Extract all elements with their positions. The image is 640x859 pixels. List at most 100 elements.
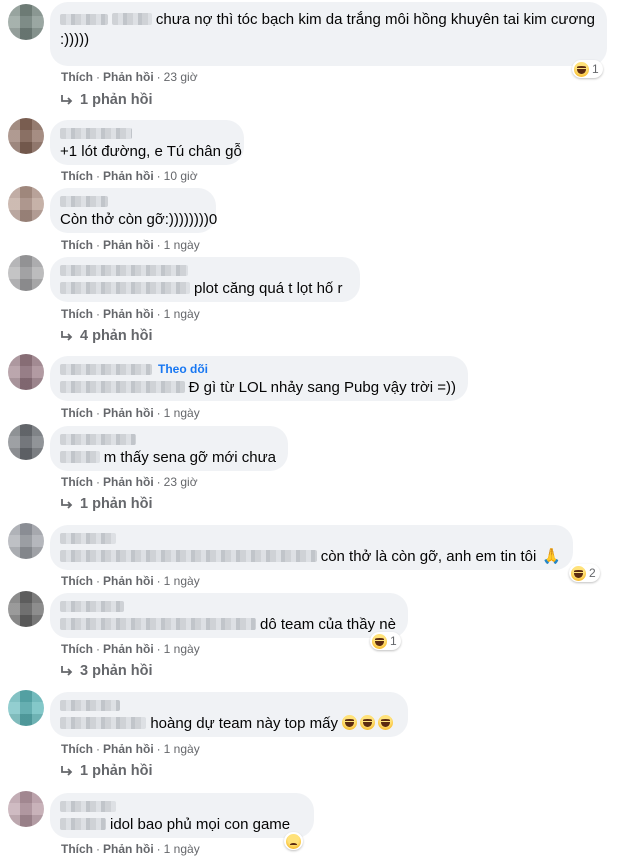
like-button[interactable]: Thích [61,742,93,756]
avatar[interactable] [8,354,44,390]
replies-count: 4 phản hồi [80,328,153,344]
comment-line: Đ gì từ LOL nhảy sang Pubg vậy trời =)) [60,377,456,397]
laugh-emoji-group [342,714,396,732]
blurred-name[interactable] [60,264,188,276]
reply-button[interactable]: Phản hồi [103,238,154,252]
avatar[interactable] [8,186,44,222]
comment-line [60,530,561,546]
timestamp[interactable]: 1 ngày [164,742,200,756]
avatar[interactable] [8,591,44,627]
avatar[interactable] [8,791,44,827]
comment-actions: Thích · Phản hồi · 1 ngày [61,742,200,756]
like-button[interactable]: Thích [61,842,93,856]
blurred-name[interactable] [60,699,120,711]
reaction-summary[interactable]: 1 [572,60,603,78]
view-replies-link[interactable]: 1 phản hồi [60,496,153,512]
reply-button[interactable]: Phản hồi [103,169,154,183]
timestamp[interactable]: 10 giờ [164,169,198,183]
avatar[interactable] [8,255,44,291]
replies-count: 3 phản hồi [80,663,153,679]
timestamp[interactable]: 1 ngày [164,238,200,252]
view-replies-link[interactable]: 4 phản hồi [60,328,153,344]
avatar[interactable] [8,523,44,559]
timestamp[interactable]: 23 giờ [164,70,198,84]
comment-line: chưa nợ thì tóc bạch kim da trắng môi hồ… [60,9,595,29]
haha-icon [372,633,387,649]
comment-line: còn thở là còn gỡ, anh em tin tôi 🙏 [60,546,561,566]
blurred-name[interactable] [60,532,116,544]
timestamp[interactable]: 1 ngày [164,574,200,588]
like-button[interactable]: Thích [61,475,93,489]
reply-button[interactable]: Phản hồi [103,406,154,420]
comment-actions: Thích · Phản hồi · 23 giờ [61,475,198,489]
view-replies-link[interactable]: 1 phản hồi [60,763,153,779]
reaction-summary[interactable]: 2 [569,564,600,582]
comment-line: plot căng quá t lọt hố r [60,278,348,298]
blurred-name[interactable] [60,600,124,612]
like-button[interactable]: Thích [61,70,93,84]
comment-bubble: m thấy sena gỡ mới chưa [50,426,288,471]
reply-button[interactable]: Phản hồi [103,842,154,856]
comment-bubble: Còn thở còn gỡ:))))))))0 [50,188,217,233]
timestamp[interactable]: 1 ngày [164,842,200,856]
timestamp[interactable]: 23 giờ [164,475,198,489]
reply-arrow-icon [61,666,73,676]
like-button[interactable]: Thích [61,238,93,252]
blurred-name[interactable] [60,195,108,207]
blurred-text [60,618,256,630]
blurred-name[interactable] [60,363,152,375]
avatar[interactable] [8,118,44,154]
replies-count: 1 phản hồi [80,92,153,108]
comment-line: Theo dõi [60,361,456,377]
view-replies-link[interactable]: 3 phản hồi [60,663,153,679]
avatar[interactable] [8,4,44,40]
comment-text: Đ gì từ LOL nhảy sang Pubg vậy trời =)) [188,378,456,396]
reaction-count: 1 [390,634,397,648]
comment-line: idol bao phủ mọi con game [60,814,302,834]
reply-button[interactable]: Phản hồi [103,742,154,756]
blurred-name[interactable] [60,800,116,812]
comment-text: idol bao phủ mọi con game [110,815,291,833]
comment-line: :))))) [60,29,595,49]
blurred-name[interactable] [60,13,108,25]
reply-button[interactable]: Phản hồi [103,475,154,489]
comment-text: còn thở là còn gỡ, anh em tin tôi [320,547,537,565]
blurred-text [60,550,317,562]
blurred-name[interactable] [60,127,132,139]
comment-text: plot căng quá t lọt hố r [194,279,343,297]
like-button[interactable]: Thích [61,169,93,183]
blurred-text [60,818,106,830]
reaction-count: 2 [589,566,596,580]
avatar[interactable] [8,690,44,726]
comment-line [60,125,232,141]
reply-button[interactable]: Phản hồi [103,574,154,588]
pray-emoji: 🙏 [542,548,561,565]
comment-bubble: dô team của thầy nè [50,593,408,638]
avatar[interactable] [8,424,44,460]
comment-actions: Thích · Phản hồi · 1 ngày [61,406,200,420]
like-button[interactable]: Thích [61,642,93,656]
comment-line: hoàng dự team này top mấy [60,713,396,733]
reaction-summary[interactable]: 1 [370,632,401,650]
timestamp[interactable]: 1 ngày [164,642,200,656]
comment-line [60,193,204,209]
like-button[interactable]: Thích [61,406,93,420]
reply-button[interactable]: Phản hồi [103,642,154,656]
follow-button[interactable]: Theo dõi [158,362,208,376]
reply-button[interactable]: Phản hồi [103,307,154,321]
comment-line [60,262,348,278]
view-replies-link[interactable]: 1 phản hồi [60,92,153,108]
comment-line: +1 lót đường, e Tú chân gỗ [60,141,242,161]
reaction-summary[interactable] [284,832,303,850]
reply-arrow-icon [61,95,73,105]
reaction-count: 1 [592,62,599,76]
blurred-name[interactable] [60,433,136,445]
comment-line [60,697,396,713]
timestamp[interactable]: 1 ngày [164,307,200,321]
haha-icon [571,565,586,581]
like-button[interactable]: Thích [61,574,93,588]
timestamp[interactable]: 1 ngày [164,406,200,420]
like-button[interactable]: Thích [61,307,93,321]
reply-button[interactable]: Phản hồi [103,70,154,84]
comment-actions: Thích · Phản hồi · 1 ngày [61,574,200,588]
